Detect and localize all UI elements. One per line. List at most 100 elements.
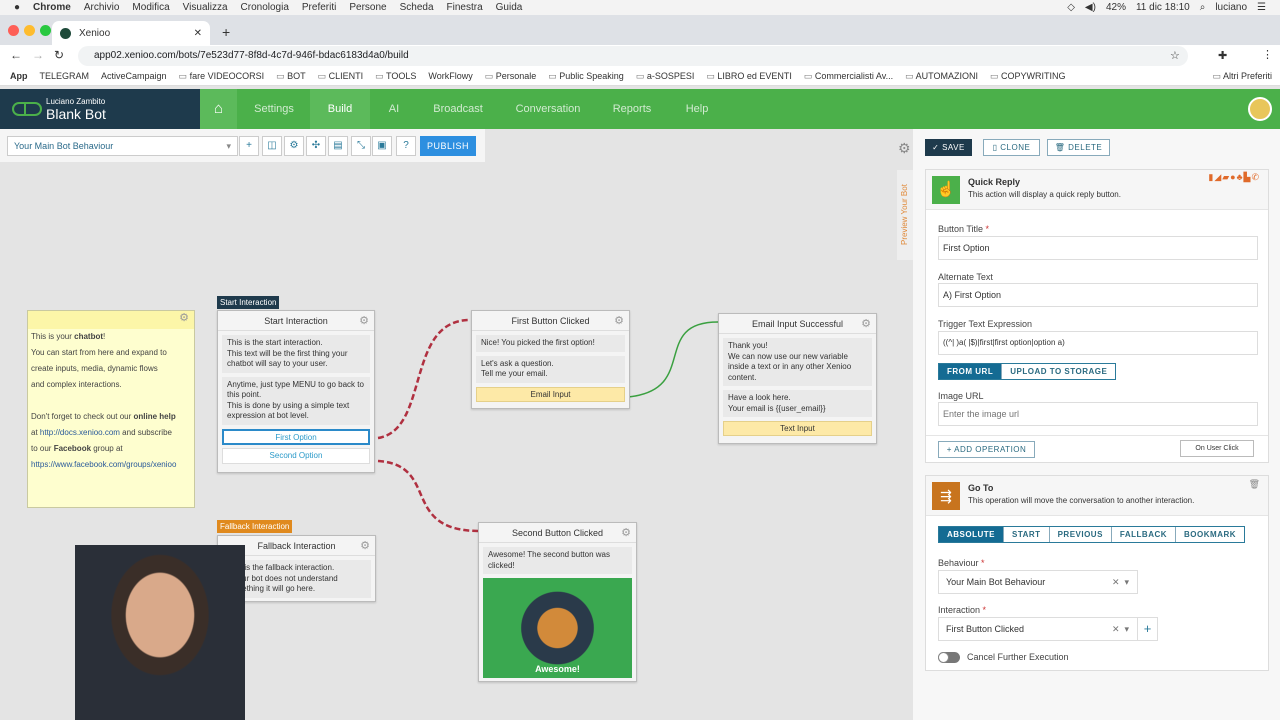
behaviour-select[interactable]: Your Main Bot Behaviour ✕ ▾: [938, 570, 1138, 594]
connector-email-input: [627, 321, 719, 398]
note-line: and complex interactions.: [31, 380, 122, 389]
wifi-icon[interactable]: ◇: [1067, 2, 1075, 13]
bookmark-folder[interactable]: AUTOMAZIONI: [905, 71, 978, 82]
button-title-input[interactable]: First Option: [938, 236, 1258, 260]
node-first-button-clicked[interactable]: First Button Clicked ⚙ Nice! You picked t…: [471, 310, 630, 409]
gear-icon[interactable]: ⚙: [360, 536, 370, 556]
message[interactable]: Have a look here. Your email is {{user_e…: [723, 390, 872, 417]
message[interactable]: This is the start interaction. This text…: [222, 335, 370, 373]
add-interaction-icon[interactable]: +: [1137, 617, 1158, 641]
hand-pointer-icon: ☝: [932, 176, 960, 204]
node-title: Fallback Interaction: [257, 541, 336, 551]
note-line: to our Facebook group at: [31, 444, 123, 453]
node-title: Second Button Clicked: [511, 528, 604, 538]
list-icon[interactable]: ☰: [1257, 2, 1266, 13]
clock[interactable]: 11 dic 18:10: [1136, 2, 1190, 13]
node-start-interaction[interactable]: Start Interaction ⚙ This is the start int…: [217, 310, 375, 473]
gear-icon[interactable]: ⚙: [179, 311, 189, 324]
sticky-note[interactable]: ⚙ This is your chatbot! You can start fr…: [27, 310, 195, 508]
quick-reply-first-option[interactable]: First Option: [222, 428, 370, 445]
note-line: You can start from here and expand to: [31, 348, 167, 357]
mode-previous[interactable]: PREVIOUS: [1050, 527, 1112, 542]
quick-reply-card: ☝ Quick Reply This action will display a…: [925, 169, 1269, 463]
gif-caption: Awesome!: [535, 664, 580, 674]
battery-level[interactable]: 42%: [1106, 2, 1126, 13]
message[interactable]: Anytime, just type MENU to go back to th…: [222, 376, 370, 425]
facebook-link[interactable]: https://www.facebook.com/groups/xenioo: [28, 457, 194, 473]
spotlight-icon[interactable]: ⌕: [1200, 2, 1206, 13]
add-operation-button[interactable]: + ADD OPERATION: [938, 441, 1035, 458]
star-icon[interactable]: ☆: [1170, 49, 1180, 62]
note-line: This is your chatbot!: [31, 332, 106, 341]
trigger-label: Trigger Text Expression: [938, 319, 1033, 329]
properties-panel: ✓ SAVE ▯ CLONE 🗑 DELETE ☝ Quick Reply Th…: [913, 129, 1280, 720]
save-button[interactable]: ✓ SAVE: [925, 139, 972, 156]
node-title: Email Input Successful: [751, 319, 844, 329]
extensions-icon[interactable]: ✚: [1218, 49, 1227, 62]
button-title-label: Button Title *: [938, 224, 990, 234]
docs-link[interactable]: http://docs.xenioo.com: [40, 428, 120, 437]
signpost-icon: ⇶: [932, 482, 960, 510]
alternate-text-input[interactable]: A) First Option: [938, 283, 1258, 307]
from-url-button[interactable]: FROM URL: [939, 364, 1003, 379]
on-user-click-button[interactable]: On User Click: [1180, 440, 1254, 457]
delete-button[interactable]: 🗑 DELETE: [1047, 139, 1110, 156]
image-source-toggle: FROM URL UPLOAD TO STORAGE: [938, 363, 1117, 380]
node-title: Start Interaction: [264, 316, 328, 326]
mode-fallback[interactable]: FALLBACK: [1112, 527, 1177, 542]
message[interactable]: Let's ask a question. Tell me your email…: [476, 355, 625, 383]
note-line: create inputs, media, dynamic flows: [31, 364, 158, 373]
clone-button[interactable]: ▯ CLONE: [983, 139, 1040, 156]
message[interactable]: Awesome! The second button was clicked!: [483, 547, 632, 574]
note-line: at http://docs.xenioo.com and subscribe: [31, 428, 172, 437]
node-second-button-clicked[interactable]: Second Button Clicked ⚙ Awesome! The seco…: [478, 522, 637, 682]
connector-second-option: [377, 459, 479, 533]
cancel-execution-toggle[interactable]: [938, 652, 960, 663]
gear-icon[interactable]: ⚙: [621, 523, 631, 543]
channel-icons: ▮◢▰●♣▙✆: [1208, 172, 1260, 182]
upload-storage-button[interactable]: UPLOAD TO STORAGE: [1002, 364, 1115, 379]
card-title: Go To: [968, 483, 994, 493]
message[interactable]: Nice! You picked the first option!: [476, 335, 625, 352]
interaction-label: Interaction *: [938, 605, 987, 615]
cancel-execution-label: Cancel Further Execution: [967, 652, 1069, 662]
trash-icon[interactable]: 🗑: [1249, 479, 1260, 490]
volume-icon[interactable]: ◀): [1085, 2, 1096, 13]
quick-reply-second-option[interactable]: Second Option: [222, 447, 370, 464]
card-description: This operation will move the conversatio…: [968, 496, 1195, 505]
gear-icon[interactable]: ⚙: [898, 140, 911, 157]
goto-mode-tabs: ABSOLUTE START PREVIOUS FALLBACK BOOKMAR…: [938, 526, 1246, 543]
preview-bot-tab[interactable]: Preview Your Bot: [897, 170, 913, 260]
mode-absolute[interactable]: ABSOLUTE: [939, 527, 1004, 542]
mode-bookmark[interactable]: BOOKMARK: [1176, 527, 1244, 542]
goto-card: ⇶ Go To This operation will move the con…: [925, 475, 1269, 671]
interaction-select[interactable]: First Button Clicked ✕ ▾: [938, 617, 1138, 641]
gear-icon[interactable]: ⚙: [359, 311, 369, 331]
image-url-input[interactable]: [938, 402, 1258, 426]
message[interactable]: Thank you! We can now use our new variab…: [723, 338, 872, 386]
gif-image[interactable]: Awesome!: [483, 578, 632, 678]
card-title: Quick Reply: [968, 177, 1021, 187]
node-title: First Button Clicked: [511, 316, 590, 326]
image-url-label: Image URL: [938, 391, 984, 401]
trigger-expression-input[interactable]: ((^| )a( |$)|first|first option|option a…: [938, 331, 1258, 355]
avatar[interactable]: [1248, 97, 1272, 121]
gear-icon[interactable]: ⚙: [614, 311, 624, 331]
mode-start[interactable]: START: [1004, 527, 1050, 542]
bookmark-folder[interactable]: COPYWRITING: [990, 71, 1066, 82]
connector-first-option: [377, 318, 471, 440]
bookmark-other[interactable]: Altri Preferiti: [1212, 71, 1272, 82]
note-line: Don't forget to check out our online hel…: [31, 412, 176, 421]
alternate-text-label: Alternate Text: [938, 272, 993, 282]
text-input-block[interactable]: Text Input: [723, 421, 872, 436]
more-icon[interactable]: ⋮: [1262, 48, 1273, 61]
user-name[interactable]: luciano: [1215, 2, 1247, 13]
gear-icon[interactable]: ⚙: [861, 314, 871, 334]
card-description: This action will display a quick reply b…: [968, 190, 1121, 199]
start-interaction-tag: Start Interaction: [217, 296, 280, 309]
behaviour-label: Behaviour *: [938, 558, 985, 568]
email-input-block[interactable]: Email Input: [476, 386, 625, 402]
node-email-input-successful[interactable]: Email Input Successful ⚙ Thank you! We ca…: [718, 313, 877, 444]
fallback-interaction-tag: Fallback Interaction: [217, 520, 293, 533]
webcam-overlay: [75, 545, 245, 720]
